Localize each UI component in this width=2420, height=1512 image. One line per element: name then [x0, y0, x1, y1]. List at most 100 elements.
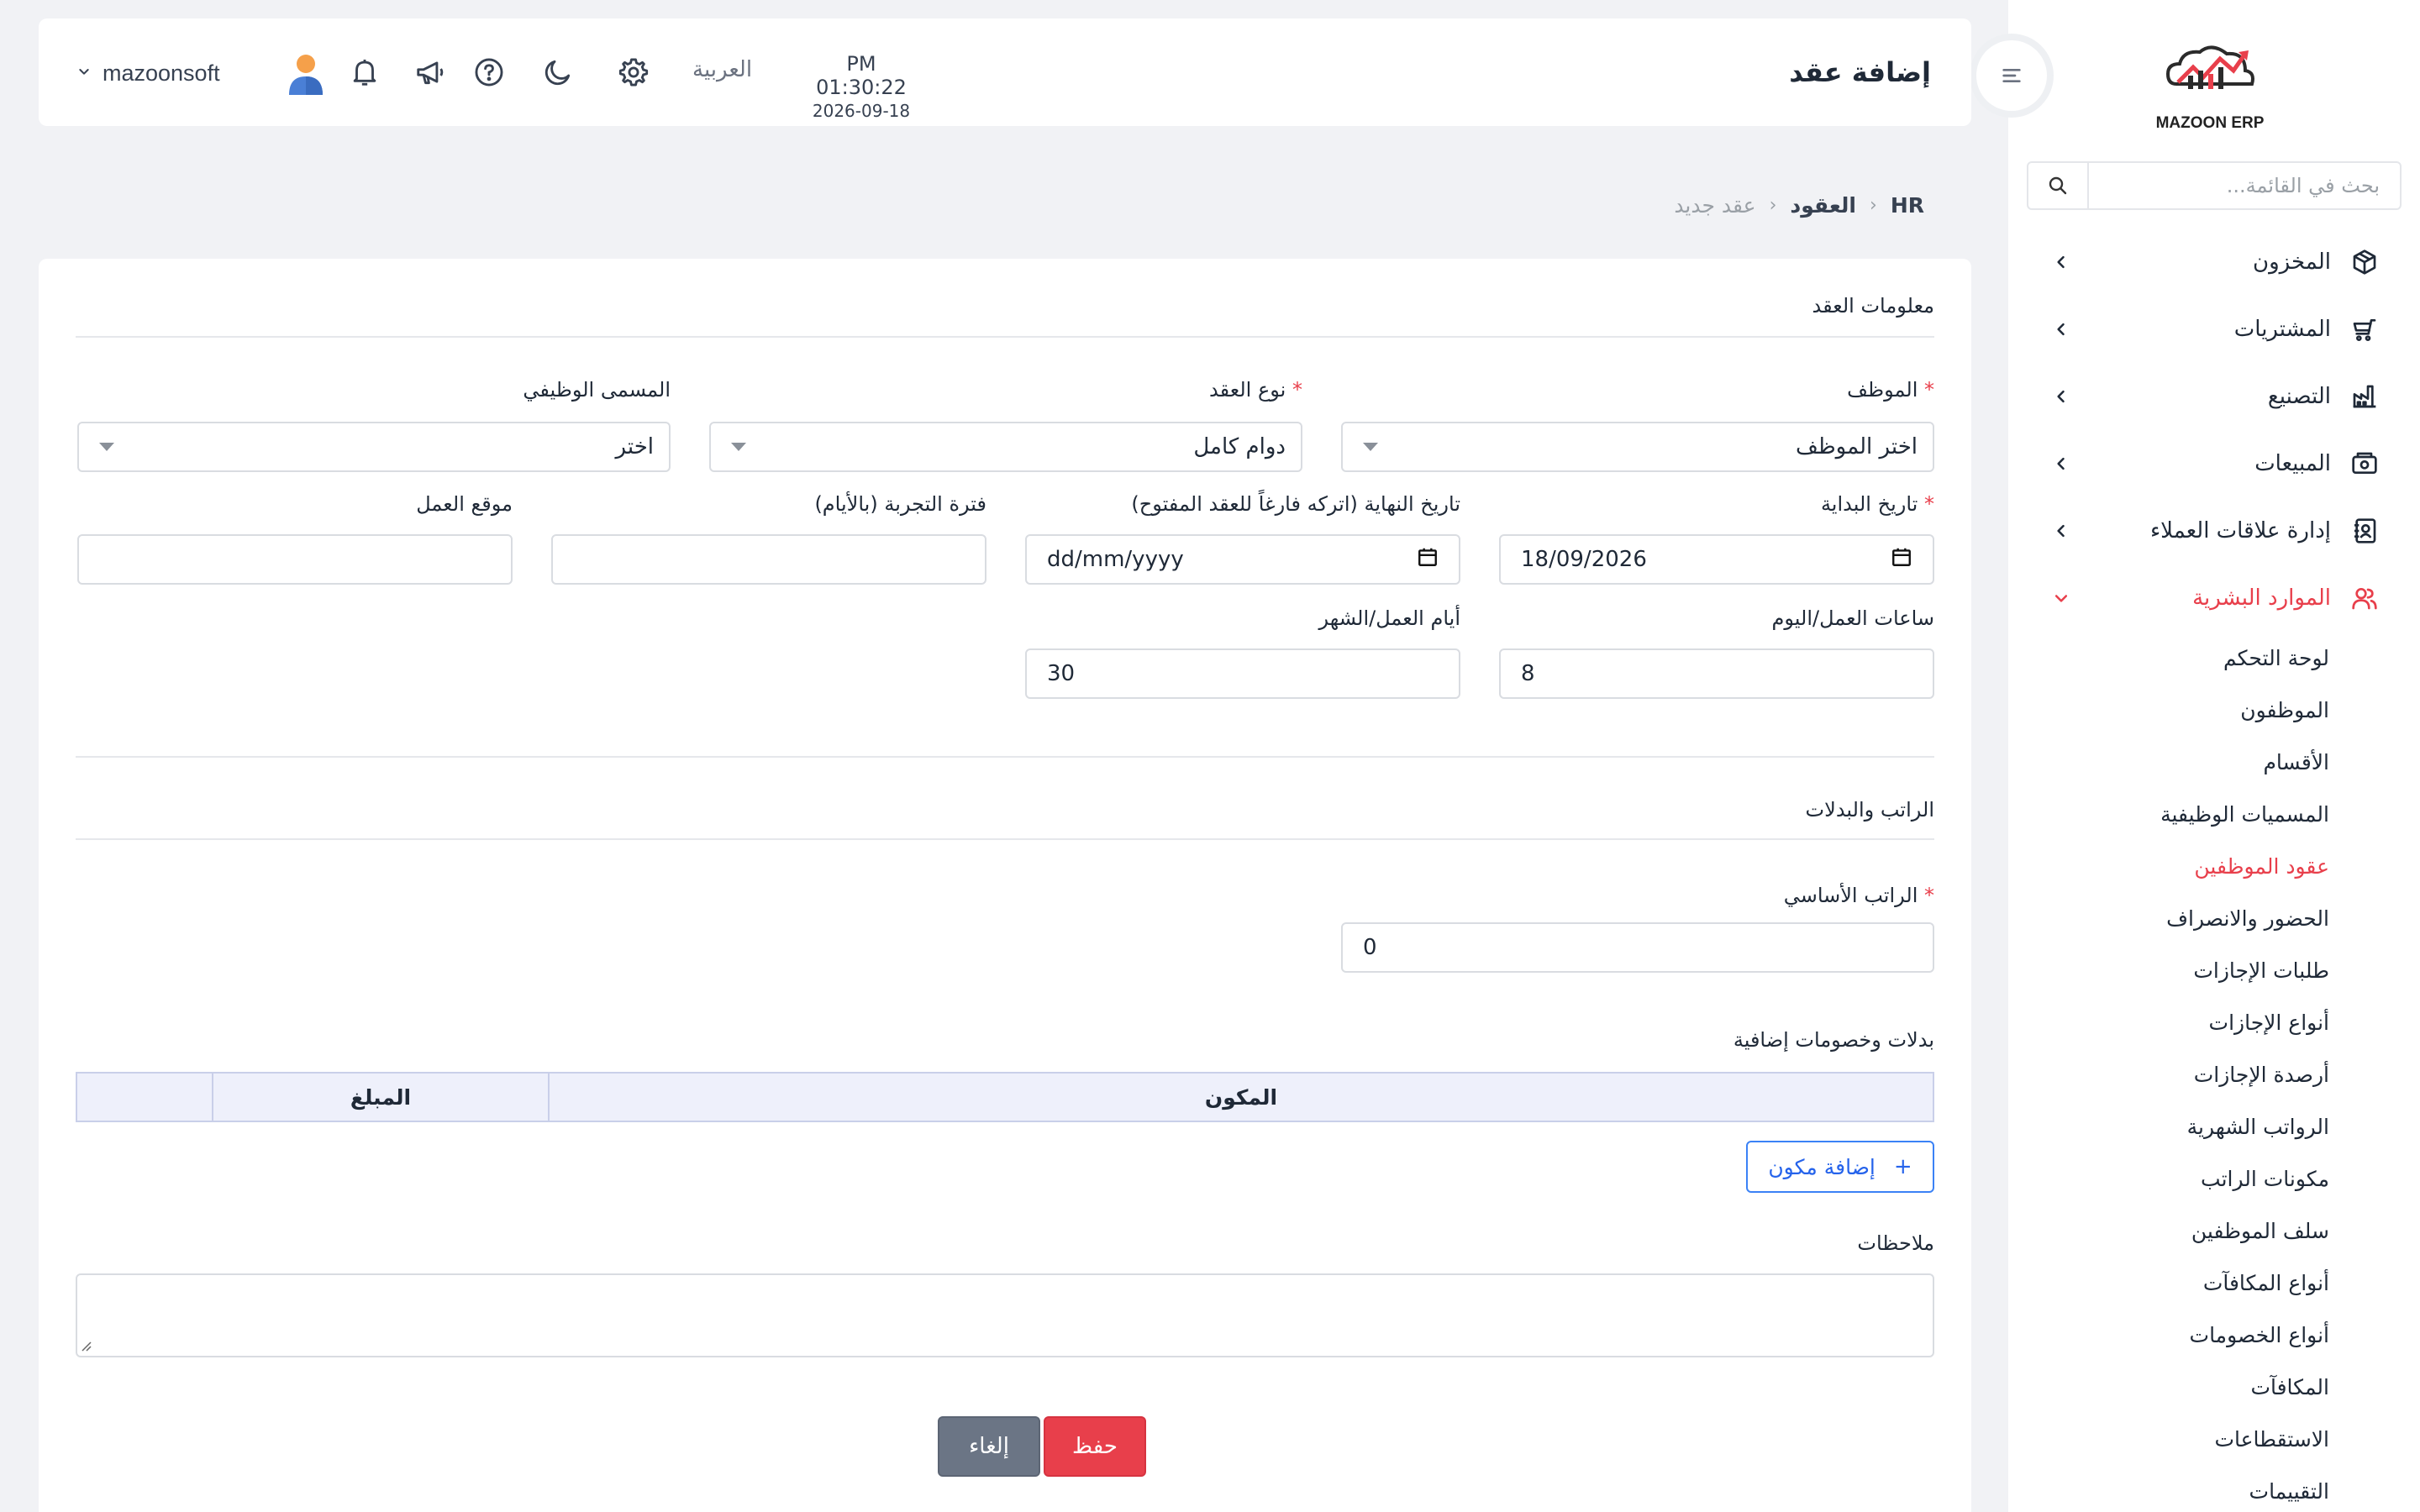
- start-date-value: 18/09/2026: [1521, 547, 1647, 572]
- sidebar-item-label: الموارد البشرية: [2192, 585, 2331, 611]
- chevron-down-icon: [77, 65, 91, 81]
- sidebar-subitem-deductions[interactable]: الاستقطاعات: [2008, 1413, 2329, 1465]
- sidebar-toggle-button[interactable]: [1976, 40, 2047, 111]
- menu-icon: [2002, 69, 2021, 82]
- sidebar-subitem-employee-advances[interactable]: سلف الموظفين: [2008, 1205, 2329, 1257]
- column-header-component: المكون: [548, 1074, 1933, 1121]
- breadcrumb-contracts[interactable]: العقود: [1790, 193, 1856, 218]
- contacts-icon: [2349, 516, 2380, 546]
- calendar-icon[interactable]: [1417, 546, 1439, 574]
- allowances-title: بدلات وخصومات إضافية: [1733, 1028, 1934, 1052]
- hours-label: ساعات العمل/اليوم: [1771, 606, 1934, 630]
- sidebar-subitem-salary-components[interactable]: مكونات الراتب: [2008, 1152, 2329, 1205]
- sidebar-item-inventory[interactable]: المخزون: [2008, 228, 2420, 296]
- caret-down-icon: [99, 443, 114, 451]
- job-title-label: المسمى الوظيفي: [523, 378, 671, 402]
- sidebar-subitem-bonuses[interactable]: المكافآت: [2008, 1361, 2329, 1413]
- sidebar-item-crm[interactable]: إدارة علاقات العملاء: [2008, 497, 2420, 564]
- end-date-label: تاريخ النهاية (اتركه فارغاً للعقد المفتو…: [1131, 492, 1460, 516]
- gear-icon[interactable]: [617, 55, 650, 89]
- hr-submenu: لوحة التحكم الموظفون الأقسام المسميات ال…: [2008, 632, 2420, 1512]
- sidebar-subitem-dashboard[interactable]: لوحة التحكم: [2008, 632, 2329, 684]
- employee-select[interactable]: اختر الموظف: [1341, 422, 1934, 472]
- breadcrumb-hr[interactable]: HR: [1891, 193, 1924, 218]
- sidebar-subitem-deduction-types[interactable]: أنواع الخصومات: [2008, 1309, 2329, 1361]
- sidebar-item-manufacturing[interactable]: التصنيع: [2008, 363, 2420, 430]
- moon-icon[interactable]: [541, 55, 575, 89]
- basic-salary-label-text: الراتب الأساسي: [1783, 884, 1918, 907]
- clock-date: 2026-09-18: [812, 101, 911, 121]
- work-location-input[interactable]: [77, 534, 513, 585]
- divider: [76, 336, 1934, 338]
- sidebar-item-sales[interactable]: المبيعات: [2008, 430, 2420, 497]
- section-title-salary: الراتب والبدلات: [1805, 798, 1934, 822]
- sidebar-subitem-departments[interactable]: الأقسام: [2008, 736, 2329, 788]
- breadcrumb-current: عقد جديد: [1674, 193, 1756, 218]
- sidebar-item-hr[interactable]: الموارد البشرية: [2008, 564, 2420, 632]
- sidebar-item-label: إدارة علاقات العملاء: [2149, 518, 2331, 543]
- contract-type-select-value: دوام كامل: [1193, 434, 1286, 459]
- start-date-input[interactable]: 18/09/2026: [1499, 534, 1934, 585]
- bell-icon[interactable]: [348, 55, 381, 89]
- basic-salary-value: 0: [1363, 935, 1377, 960]
- logo[interactable]: MAZOON ERP: [2151, 34, 2269, 132]
- sidebar-item-purchases[interactable]: المشتريات: [2008, 296, 2420, 363]
- sidebar-search-input[interactable]: [2089, 163, 2400, 208]
- section-title-contract-info: معلومات العقد: [1812, 294, 1934, 318]
- sidebar-subitem-employees[interactable]: الموظفون: [2008, 684, 2329, 736]
- contract-form-card: معلومات العقد * الموظف اختر الموظف * نوع…: [39, 259, 1971, 1512]
- add-component-button[interactable]: + إضافة مكون: [1746, 1141, 1934, 1193]
- logo-text: MAZOON ERP: [2155, 114, 2265, 132]
- calendar-icon[interactable]: [1891, 546, 1912, 574]
- probation-input[interactable]: [551, 534, 986, 585]
- start-date-label: * تاريخ البداية: [1820, 492, 1934, 516]
- chevron-left-icon: [2049, 451, 2074, 476]
- sidebar-subitem-leave-balances[interactable]: أرصدة الإجازات: [2008, 1048, 2329, 1100]
- employee-label-text: الموظف: [1847, 378, 1918, 402]
- sidebar-subitem-employee-contracts[interactable]: عقود الموظفين: [2008, 840, 2329, 892]
- basic-salary-input[interactable]: 0: [1341, 922, 1934, 973]
- cancel-button[interactable]: إلغاء: [938, 1416, 1040, 1477]
- end-date-input[interactable]: dd/mm/yyyy: [1025, 534, 1460, 585]
- probation-label: فترة التجربة (بالأيام): [814, 492, 986, 516]
- help-icon[interactable]: [472, 55, 506, 89]
- chevron-left-icon: ‹: [1870, 195, 1877, 216]
- language-switcher[interactable]: العربية: [692, 57, 752, 82]
- chevron-left-icon: [2049, 518, 2074, 543]
- divider: [76, 756, 1934, 758]
- contract-type-select[interactable]: دوام كامل: [709, 422, 1302, 472]
- sidebar-item-label: المبيعات: [2254, 451, 2331, 476]
- sidebar-search: [2027, 161, 2402, 210]
- box-icon: [2349, 247, 2380, 277]
- start-date-label-text: تاريخ البداية: [1820, 492, 1918, 516]
- avatar: [286, 51, 326, 95]
- contract-type-label-text: نوع العقد: [1209, 378, 1286, 402]
- megaphone-icon[interactable]: [413, 55, 447, 89]
- search-icon[interactable]: [2028, 163, 2089, 208]
- sidebar-subitem-evaluations[interactable]: التقييمات: [2008, 1465, 2329, 1512]
- save-button[interactable]: حفظ: [1044, 1416, 1146, 1477]
- job-title-select[interactable]: اختر: [77, 422, 671, 472]
- sidebar-subitem-leave-types[interactable]: أنواع الإجازات: [2008, 996, 2329, 1048]
- user-menu[interactable]: mazoonsoft: [77, 51, 326, 95]
- employee-select-value: اختر الموظف: [1796, 434, 1918, 459]
- clock-time: PM 01:30:22: [816, 52, 907, 99]
- add-component-label: إضافة مكون: [1768, 1154, 1876, 1179]
- sidebar-subitem-leave-requests[interactable]: طلبات الإجازات: [2008, 944, 2329, 996]
- days-label: أيام العمل/الشهر: [1318, 606, 1460, 630]
- end-date-value: dd/mm/yyyy: [1047, 547, 1184, 572]
- sidebar-subitem-monthly-payroll[interactable]: الرواتب الشهرية: [2008, 1100, 2329, 1152]
- chevron-down-icon: [2049, 585, 2074, 611]
- days-input[interactable]: 30: [1025, 648, 1460, 699]
- sidebar-subitem-attendance[interactable]: الحضور والانصراف: [2008, 892, 2329, 944]
- sidebar-subitem-job-titles[interactable]: المسميات الوظيفية: [2008, 788, 2329, 840]
- contract-type-label: * نوع العقد: [1209, 378, 1302, 402]
- notes-textarea[interactable]: [76, 1273, 1934, 1357]
- sidebar-item-label: المخزون: [2253, 249, 2331, 275]
- hours-input[interactable]: 8: [1499, 648, 1934, 699]
- sidebar-subitem-bonus-types[interactable]: أنواع المكافآت: [2008, 1257, 2329, 1309]
- users-icon: [2349, 583, 2380, 613]
- days-value: 30: [1047, 661, 1076, 686]
- job-title-select-value: اختر: [615, 434, 655, 459]
- resize-handle-icon[interactable]: [81, 1341, 92, 1352]
